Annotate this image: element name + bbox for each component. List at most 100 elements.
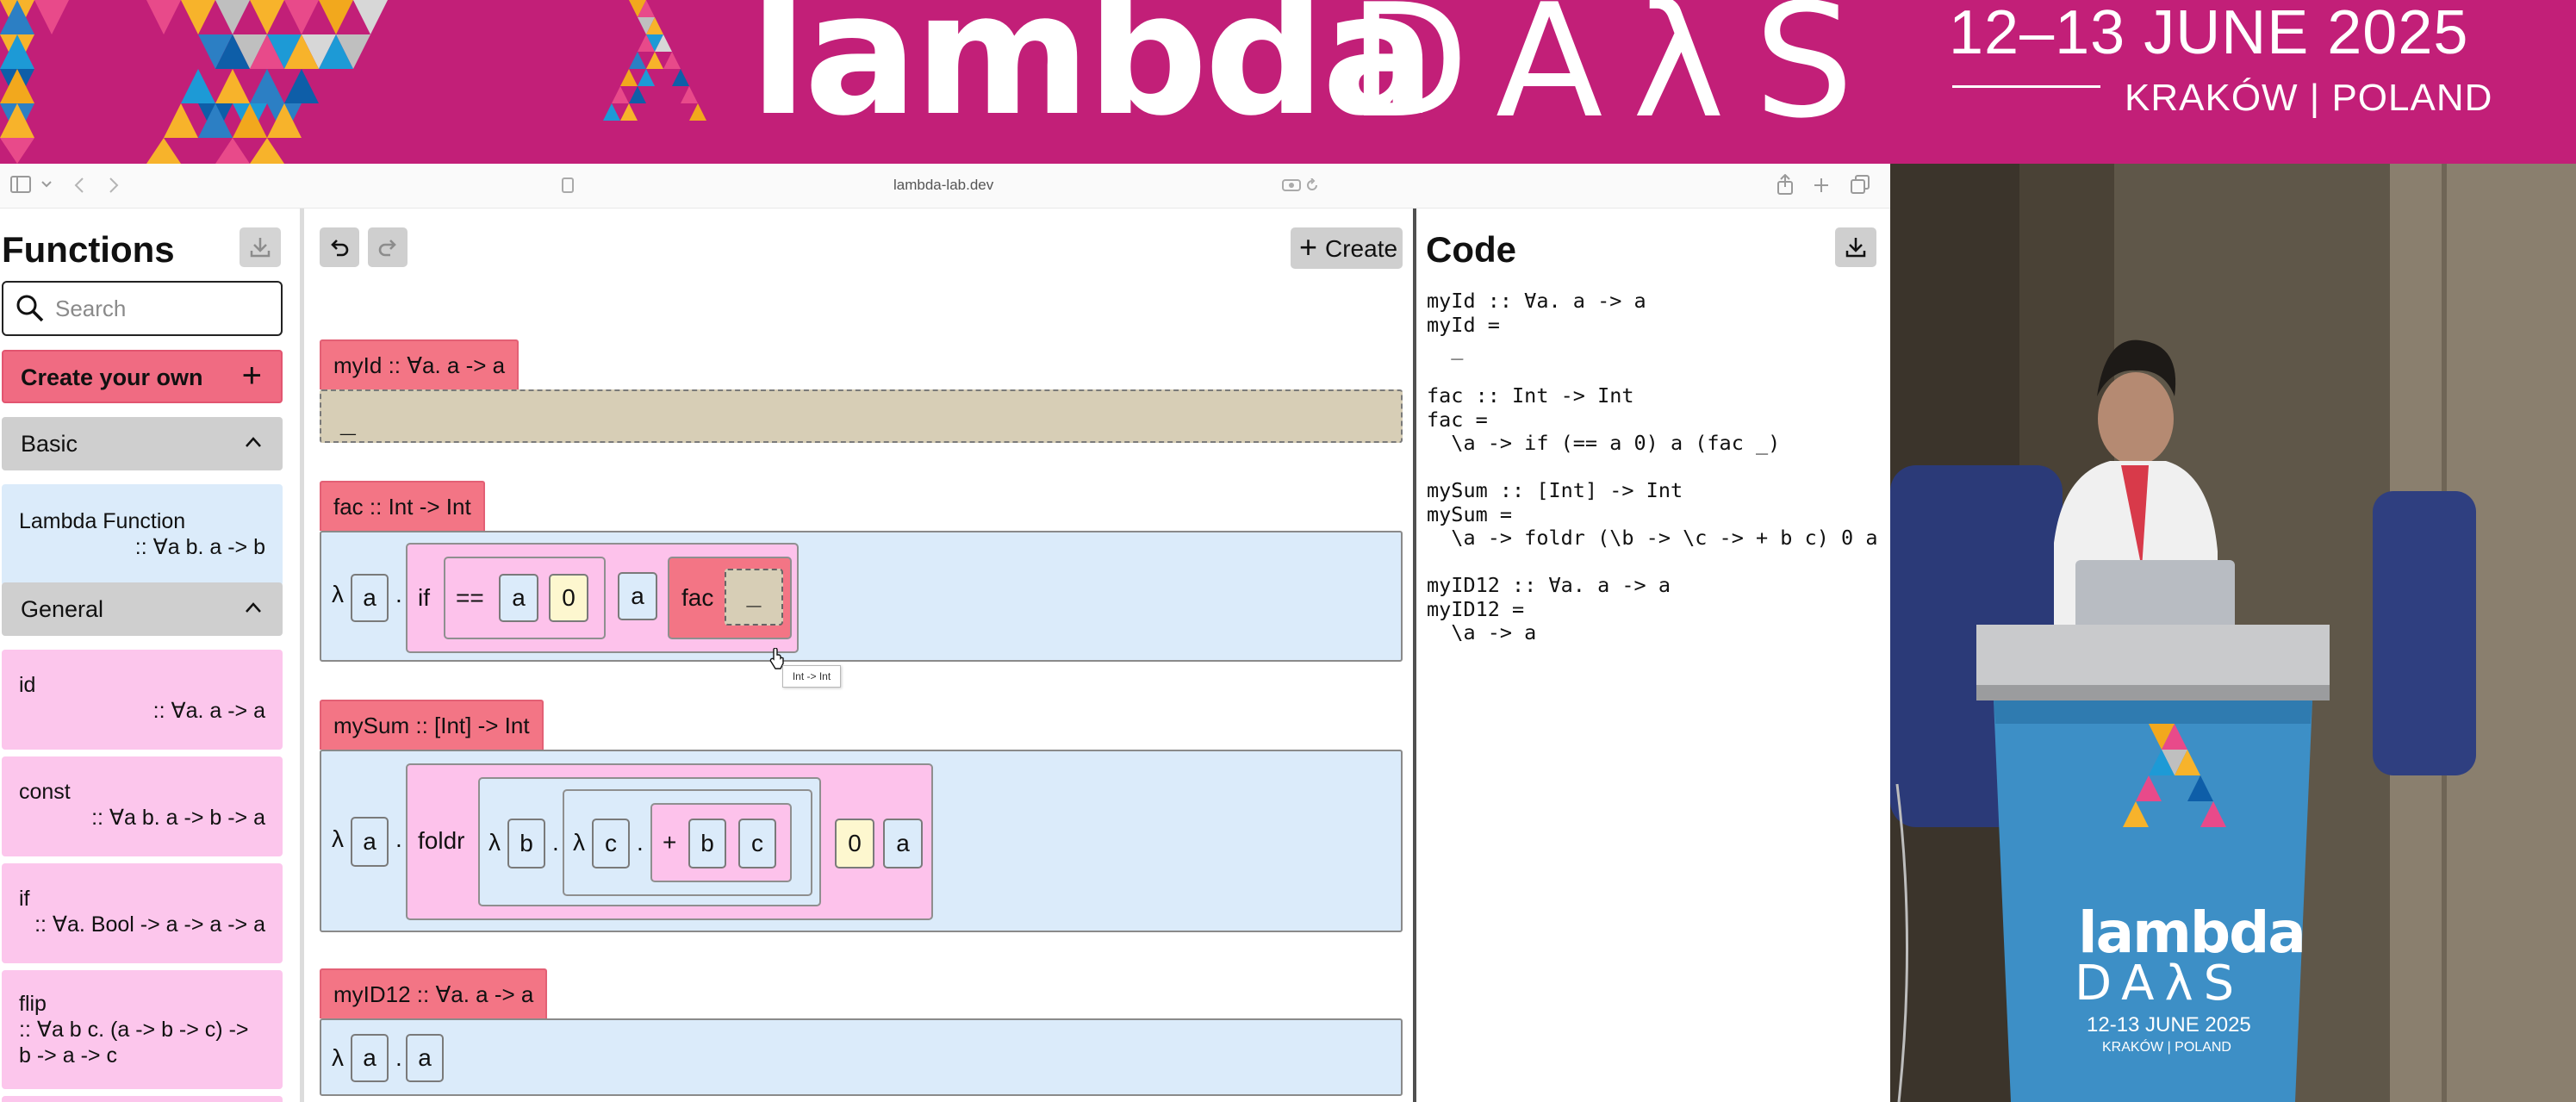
eq-expression[interactable]: == a 0 bbox=[444, 557, 606, 639]
foldr-arg-a[interactable]: a bbox=[883, 819, 923, 869]
browser-toolbar: lambda-lab.dev bbox=[0, 164, 1890, 209]
fac-application[interactable]: fac _ bbox=[668, 557, 792, 639]
sidebar-item-lambda-function[interactable]: Lambda Function :: ∀a b. a -> b bbox=[2, 484, 283, 586]
share-icon[interactable] bbox=[1776, 174, 1794, 195]
lambda-symbol: λ bbox=[332, 581, 344, 607]
section-general-label: General bbox=[21, 596, 104, 622]
function-type: :: ∀a. a -> a bbox=[152, 699, 265, 723]
chevron-up-icon bbox=[246, 437, 261, 447]
event-date: 12–13 JUNE 2025 bbox=[1949, 0, 2469, 67]
function-name: if bbox=[19, 887, 30, 911]
function-name: Lambda Function bbox=[19, 509, 186, 533]
sidebar-item-more[interactable] bbox=[2, 1096, 283, 1102]
editor-canvas: + Create myId :: ∀a. a -> a _ fac :: Int… bbox=[307, 209, 1413, 1102]
lambda-param-c[interactable]: c bbox=[592, 819, 630, 869]
chevron-down-icon[interactable] bbox=[41, 181, 52, 188]
reload-icon[interactable] bbox=[1305, 178, 1319, 192]
lambda-param[interactable]: a bbox=[351, 817, 389, 867]
search-input[interactable] bbox=[55, 293, 271, 324]
plus-icon: + bbox=[1299, 229, 1318, 265]
browser-window: lambda-lab.dev Functions Create your own… bbox=[0, 164, 1890, 1102]
eq-arg-a[interactable]: a bbox=[499, 574, 538, 622]
brand-lambda-text: lambda bbox=[750, 0, 1436, 153]
lambda-c-expression[interactable]: λ c . + b c bbox=[563, 789, 812, 896]
sidebar-toggle-icon[interactable] bbox=[10, 176, 31, 193]
if-keyword: if bbox=[418, 584, 430, 611]
redo-button[interactable] bbox=[368, 227, 408, 267]
code-download-button[interactable] bbox=[1835, 227, 1876, 267]
function-type: :: ∀a b. a -> b bbox=[134, 535, 265, 559]
create-your-own-label: Create your own bbox=[21, 364, 203, 390]
function-name: id bbox=[19, 673, 36, 697]
lambda-dot: . bbox=[395, 1044, 402, 1071]
sidebar-item-if[interactable]: if :: ∀a. Bool -> a -> a -> a bbox=[2, 863, 283, 963]
reader-icon[interactable] bbox=[1282, 179, 1301, 191]
def-body-fac[interactable]: λ a . if == a 0 a fac _ bbox=[320, 531, 1403, 662]
sidebar-resize-handle[interactable] bbox=[300, 209, 304, 1102]
sidebar-item-id[interactable]: id :: ∀a. a -> a bbox=[2, 650, 283, 750]
function-type: :: ∀a b c. (a -> b -> c) -> b -> a -> c bbox=[19, 1018, 249, 1068]
lambda-param[interactable]: a bbox=[351, 574, 389, 622]
page-icon bbox=[562, 177, 574, 193]
undo-button[interactable] bbox=[320, 227, 359, 267]
sidebar-item-const[interactable]: const :: ∀a b. a -> b -> a bbox=[2, 756, 283, 856]
lectern-days-text: DAλS bbox=[2075, 956, 2245, 1012]
def-label-fac[interactable]: fac :: Int -> Int bbox=[320, 481, 485, 531]
lambda-symbol: λ bbox=[573, 829, 585, 856]
new-tab-icon[interactable] bbox=[1814, 177, 1829, 193]
code-title: Code bbox=[1426, 229, 1516, 270]
fac-hole[interactable]: _ bbox=[725, 569, 783, 626]
foldr-function-name: foldr bbox=[418, 827, 465, 854]
lectern-lambda-text: lambda bbox=[2078, 900, 2306, 966]
code-panel: Code myId :: ∀a. a -> a myId = _ fac :: … bbox=[1416, 209, 1890, 1102]
then-arg-a[interactable]: a bbox=[618, 572, 657, 620]
lambda-param[interactable]: a bbox=[351, 1034, 389, 1082]
def-body-mysum[interactable]: λ a . foldr λ b . λ c . + b c 0 a bbox=[320, 750, 1403, 932]
create-your-own-button[interactable]: Create your own + bbox=[2, 350, 283, 403]
lambda-dot: . bbox=[395, 825, 402, 852]
banner-divider bbox=[1952, 85, 2100, 88]
hole-placeholder[interactable]: _ bbox=[340, 407, 356, 439]
back-icon[interactable] bbox=[74, 177, 84, 194]
function-type: :: ∀a b. a -> b -> a bbox=[91, 806, 265, 830]
def-label-mysum[interactable]: mySum :: [Int] -> Int bbox=[320, 700, 544, 750]
plus-arg-c[interactable]: c bbox=[738, 819, 776, 869]
search-icon bbox=[16, 295, 44, 322]
lambda-symbol: λ bbox=[332, 1044, 344, 1071]
eq-operator: == bbox=[456, 584, 484, 611]
lambda-b-expression[interactable]: λ b . λ c . + b c bbox=[478, 777, 821, 906]
foldr-application[interactable]: foldr λ b . λ c . + b c 0 a bbox=[406, 763, 933, 920]
lectern-place-text: KRAKÓW | POLAND bbox=[2102, 1040, 2231, 1055]
def-body-myid[interactable]: _ bbox=[320, 389, 1403, 443]
brand-days-text: DAλS bbox=[1348, 0, 1883, 153]
generated-code[interactable]: myId :: ∀a. a -> a myId = _ fac :: Int -… bbox=[1427, 289, 1883, 645]
plus-arg-b[interactable]: b bbox=[688, 819, 726, 869]
search-box[interactable] bbox=[2, 281, 283, 336]
section-basic[interactable]: Basic bbox=[2, 417, 283, 470]
section-general[interactable]: General bbox=[2, 582, 283, 636]
url-text[interactable]: lambda-lab.dev bbox=[893, 177, 993, 194]
sidebar-download-button[interactable] bbox=[240, 227, 281, 267]
forward-icon[interactable] bbox=[109, 177, 119, 194]
download-icon bbox=[1845, 238, 1866, 258]
tab-overview-icon[interactable] bbox=[1851, 175, 1870, 194]
sidebar-item-flip[interactable]: flip :: ∀a b c. (a -> b -> c) -> b -> a … bbox=[2, 970, 283, 1089]
create-button[interactable]: + Create bbox=[1291, 227, 1403, 269]
def-body-myid12[interactable]: λ a . a bbox=[320, 1018, 1403, 1096]
create-button-label: Create bbox=[1325, 235, 1398, 262]
plus-icon: + bbox=[241, 357, 262, 395]
lambda-symbol: λ bbox=[332, 825, 344, 852]
lambda-body-a[interactable]: a bbox=[406, 1034, 444, 1082]
lambda-param-b[interactable]: b bbox=[507, 819, 545, 869]
lambda-dot: . bbox=[395, 581, 402, 607]
def-label-myid[interactable]: myId :: ∀a. a -> a bbox=[320, 339, 520, 389]
def-label-myid12[interactable]: myID12 :: ∀a. a -> a bbox=[320, 968, 548, 1018]
foldr-init-zero[interactable]: 0 bbox=[835, 819, 874, 869]
lambda-dot: . bbox=[552, 829, 559, 856]
plus-application[interactable]: + b c bbox=[650, 803, 792, 882]
if-expression[interactable]: if == a 0 a fac _ bbox=[406, 543, 799, 653]
eq-arg-zero[interactable]: 0 bbox=[549, 574, 588, 622]
function-type: :: ∀a. Bool -> a -> a -> a bbox=[34, 912, 265, 937]
plus-operator: + bbox=[663, 829, 677, 856]
undo-icon bbox=[331, 240, 349, 257]
